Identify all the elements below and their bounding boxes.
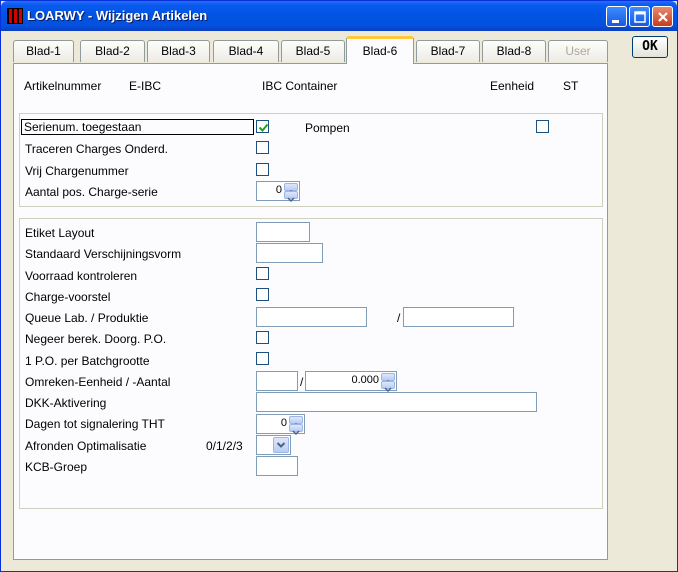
tab-blad-4[interactable]: Blad-4 [213,40,279,62]
tab-blad-3[interactable]: Blad-3 [147,40,210,62]
minimize-button[interactable] [606,6,627,27]
vrij-chargenummer-label: Vrij Chargenummer [25,164,129,178]
etiket-layout-input[interactable] [256,222,310,242]
tab-blad-1[interactable]: Blad-1 [13,40,74,62]
client-area: Blad-1 Blad-2 Blad-3 Blad-4 Blad-5 Blad-… [5,31,675,569]
negeer-checkbox[interactable] [256,331,269,344]
tab-blad-5[interactable]: Blad-5 [281,40,345,62]
check-icon [258,123,269,132]
po-batch-label: 1 P.O. per Batchgrootte [25,354,150,368]
omreken-label: Omreken-Eenheid / -Aantal [25,375,171,389]
minimize-icon [612,20,619,23]
po-batch-checkbox[interactable] [256,352,269,365]
afronden-select[interactable] [256,435,291,455]
spin-up-button[interactable] [289,416,303,428]
queue-label: Queue Lab. / Produktie [25,311,149,325]
spin-up-button[interactable] [284,183,298,195]
spin-up-button[interactable] [381,373,395,385]
kcb-groep-label: KCB-Groep [25,460,88,474]
production-group: Etiket Layout Standaard Verschijningsvor… [19,218,603,509]
title-bar[interactable]: LOARWY - Wijzigen Artikelen [1,1,677,31]
charge-voorstel-checkbox[interactable] [256,288,269,301]
voorraad-checkbox[interactable] [256,267,269,280]
tab-user[interactable]: User [548,40,608,62]
queue-produktie-input[interactable] [403,307,514,327]
ok-button[interactable]: OK [632,36,668,58]
dropdown-button[interactable] [273,437,289,453]
app-icon [7,8,23,24]
close-icon [658,12,668,22]
dkk-label: DKK-Aktivering [25,396,107,410]
omreken-aantal-value: 0.000 [351,374,379,386]
standaard-input[interactable] [256,243,323,263]
pompen-label: Pompen [305,121,350,135]
omreken-eenheid-input[interactable] [256,371,298,391]
charges-group: Serienum. toegestaan Pompen Traceren Cha… [19,113,603,207]
close-button[interactable] [652,6,673,27]
aantal-pos-stepper[interactable]: 0 [256,181,300,203]
tab-panel: Artikelnummer E-IBC IBC Container Eenhei… [13,63,608,560]
tab-blad-8[interactable]: Blad-8 [482,40,546,62]
eenheid-label: Eenheid [490,79,535,93]
charge-voorstel-label: Charge-voorstel [25,290,111,304]
dagen-tht-stepper[interactable]: 0 [256,414,305,436]
chevron-down-icon [292,430,300,436]
chevron-down-icon [287,197,295,203]
aantal-pos-value: 0 [275,184,282,196]
eenheid-value: ST [563,79,579,93]
aantal-pos-label: Aantal pos. Charge-serie [25,185,158,199]
dagen-tht-label: Dagen tot signalering THT [25,417,165,431]
spin-down-button[interactable] [284,191,298,203]
queue-separator: / [397,311,401,325]
pompen-checkbox[interactable] [536,120,549,133]
spin-down-button[interactable] [289,424,303,436]
standaard-label: Standaard Verschijningsvorm [25,247,182,261]
spin-down-button[interactable] [381,381,395,393]
article-description: IBC Container [262,79,338,93]
tab-blad-2[interactable]: Blad-2 [80,40,145,62]
serienum-label: Serienum. toegestaan [21,119,254,135]
serienum-checkbox[interactable] [256,120,269,133]
omreken-separator: / [300,375,304,389]
maximize-button[interactable] [629,6,650,27]
main-window: LOARWY - Wijzigen Artikelen Blad-1 Blad-… [0,0,678,572]
chevron-down-icon [276,442,286,448]
afronden-hint: 0/1/2/3 [206,439,243,453]
window-title: LOARWY - Wijzigen Artikelen [27,8,208,23]
tab-blad-7[interactable]: Blad-7 [416,40,480,62]
negeer-label: Negeer berek. Doorg. P.O. [25,332,167,346]
queue-lab-input[interactable] [256,307,367,327]
tab-blad-6[interactable]: Blad-6 [346,36,414,64]
voorraad-label: Voorraad kontroleren [25,269,138,283]
dkk-input[interactable] [256,392,537,412]
artikelnummer-value: E-IBC [129,79,162,93]
etiket-layout-label: Etiket Layout [25,226,95,240]
maximize-icon [634,11,646,23]
dagen-tht-value: 0 [280,417,287,429]
omreken-aantal-stepper[interactable]: 0.000 [305,371,397,393]
traceren-label: Traceren Charges Onderd. [25,142,168,156]
kcb-groep-input[interactable] [256,456,298,476]
vrij-chargenummer-checkbox[interactable] [256,163,269,176]
artikelnummer-label: Artikelnummer [24,79,102,93]
afronden-label: Afronden Optimalisatie [25,439,147,453]
traceren-checkbox[interactable] [256,141,269,154]
